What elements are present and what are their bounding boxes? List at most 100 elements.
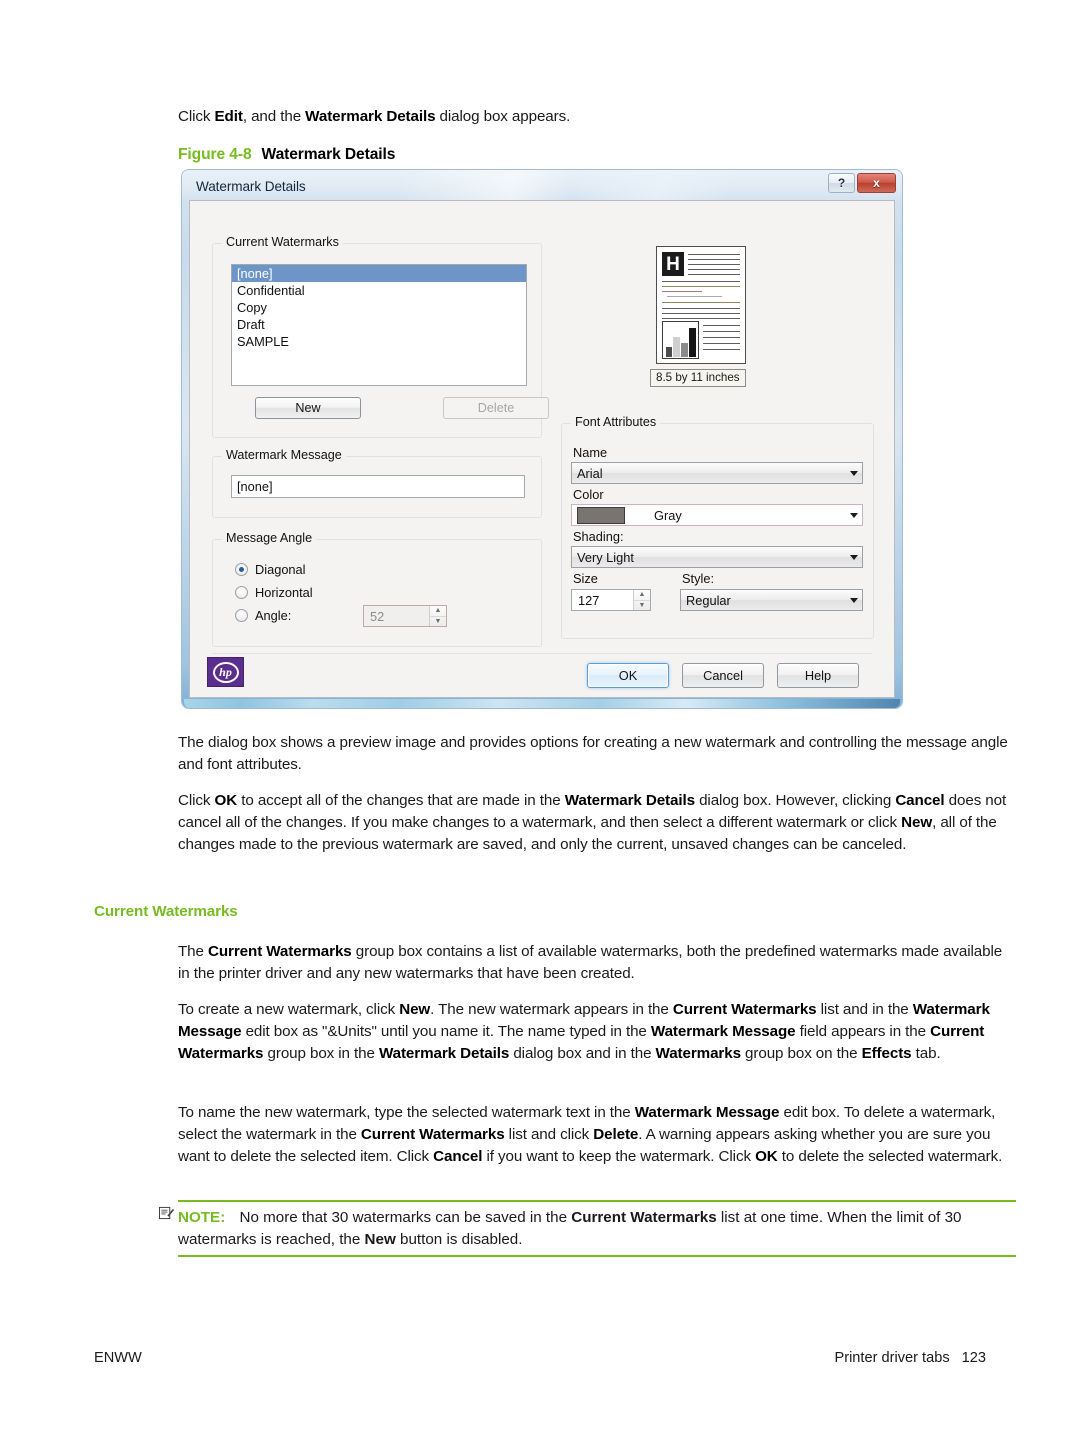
radio-angle-label: Angle: [255,608,292,623]
p2-t2: to accept all of the changes that are ma… [237,792,565,809]
footer-left: ENWW [94,1350,142,1366]
p4-t1: To create a new watermark, click [178,1001,400,1018]
page-preview: H [656,246,746,364]
chevron-down-icon[interactable] [845,470,862,476]
radio-horizontal-label: Horizontal [255,585,313,600]
font-size-stepper-buttons[interactable]: ▲ ▼ [633,590,650,610]
angle-stepper-buttons[interactable]: ▲ ▼ [429,606,446,626]
watermark-message-input[interactable]: [none] [231,475,525,498]
paragraph-2: Click OK to accept all of the changes th… [178,790,1016,857]
preview-text-line [688,259,740,260]
color-swatch [577,506,625,524]
message-angle-legend: Message Angle [222,531,317,545]
p2-t3: dialog box. However, clicking [694,792,896,809]
note-bold-new: New [364,1231,396,1249]
paragraph-1: The dialog box shows a preview image and… [178,734,1008,774]
current-watermarks-group: Current Watermarks [none] Confidential C… [212,235,549,438]
font-name-combobox[interactable]: Arial [571,462,863,484]
preview-text-line [703,337,740,338]
radio-button-icon [235,563,248,576]
figure-title: Watermark Details [261,146,396,163]
p2-bold-cancel: Cancel [895,792,945,809]
chevron-up-icon[interactable]: ▲ [634,590,650,601]
note-t3: button is disabled. [395,1231,523,1249]
angle-value: 52 [370,608,385,624]
font-attributes-legend: Font Attributes [571,415,661,429]
p2-bold-watermark-details: Watermark Details [564,792,695,809]
close-icon[interactable]: x [857,173,896,193]
angle-stepper[interactable]: 52 ▲ ▼ [363,605,447,627]
preview-text-line [662,291,702,292]
help-titlebar-button[interactable]: ? [828,173,855,193]
p3-t1: The [178,943,208,960]
watermark-message-legend: Watermark Message [222,448,346,462]
p4-t3: list and in the [816,1001,913,1018]
figure-caption: Figure 4-8 Watermark Details [178,146,395,164]
font-name-label: Name [573,445,608,460]
p5-t6: to delete the selected watermark. [777,1148,1003,1166]
radio-diagonal-label: Diagonal [255,562,306,577]
intro-sentence: Click Edit, and the Watermark Details di… [178,106,1018,128]
paragraph-3: The Current Watermarks group box contain… [178,941,1016,985]
radio-button-icon [235,586,248,599]
p3-bold-current-watermarks: Current Watermarks [208,943,352,960]
dialog-bottom-glow [184,699,900,708]
font-shading-combobox[interactable]: Very Light [571,546,863,568]
p4-t7: dialog box and in the [509,1045,656,1063]
p5-t1: To name the new watermark, type the sele… [178,1104,635,1121]
document-page: Click Edit, and the Watermark Details di… [0,0,1080,1437]
ok-button[interactable]: OK [587,663,669,688]
preview-logo-letter: H [662,252,684,276]
note-rule-bottom [178,1255,1016,1257]
radio-angle[interactable]: Angle: [235,608,291,623]
hp-logo-text: hp [212,661,239,683]
chevron-up-icon[interactable]: ▲ [430,606,446,617]
preview-text-line [662,318,740,319]
p5-bold-delete: Delete [593,1126,639,1144]
p5-t3: list and click [504,1126,594,1144]
list-item[interactable]: Confidential [232,282,526,299]
preview-text-line [662,286,740,287]
chevron-down-icon[interactable] [845,512,862,518]
hp-logo: hp [207,657,244,687]
p5-bold-current-watermarks: Current Watermarks [360,1126,505,1144]
chevron-down-icon[interactable] [845,597,862,603]
preview-text-line [662,308,740,309]
p5-bold-watermark-message: Watermark Message [634,1104,780,1121]
watermark-message-group: Watermark Message [none] [212,448,542,518]
p4-t8: group box on the [740,1045,862,1063]
list-item[interactable]: Draft [232,316,526,333]
cancel-button[interactable]: Cancel [682,663,764,688]
preview-bar [689,328,696,357]
font-color-value: Gray [654,507,682,523]
dialog-client-area: Current Watermarks [none] Confidential C… [189,200,895,698]
chevron-down-icon[interactable]: ▼ [430,617,446,627]
font-style-label: Style: [682,571,715,586]
font-style-combobox[interactable]: Regular [680,589,863,611]
note-label: NOTE: [178,1209,226,1226]
p4-bold-watermarks: Watermarks [655,1045,741,1063]
paragraph-4: To create a new watermark, click New. Th… [178,999,1016,1066]
chevron-down-icon[interactable] [845,554,862,560]
help-button[interactable]: Help [777,663,859,688]
figure-number: Figure 4-8 [178,146,252,163]
radio-diagonal[interactable]: Diagonal [235,562,306,577]
list-item[interactable]: [none] [232,265,526,282]
list-item[interactable]: SAMPLE [232,333,526,350]
current-watermarks-listbox[interactable]: [none] Confidential Copy Draft SAMPLE [231,264,527,386]
font-size-label: Size [573,571,598,586]
delete-watermark-button[interactable]: Delete [443,397,549,419]
preview-text-line [688,264,740,265]
note-pencil-icon [159,1206,174,1220]
paragraph-5: To name the new watermark, type the sele… [178,1102,1016,1169]
font-attributes-group: Font Attributes Name Arial Color Gray Sh… [561,415,874,639]
list-item[interactable]: Copy [232,299,526,316]
font-size-stepper[interactable]: 127 ▲ ▼ [571,589,651,611]
chevron-down-icon[interactable]: ▼ [634,601,650,611]
font-color-combobox[interactable]: Gray [571,504,863,526]
radio-horizontal[interactable]: Horizontal [235,585,313,600]
new-watermark-button[interactable]: New [255,397,361,419]
note-rule-top [178,1200,1016,1202]
font-shading-value: Very Light [577,549,634,565]
font-color-label: Color [573,487,604,502]
